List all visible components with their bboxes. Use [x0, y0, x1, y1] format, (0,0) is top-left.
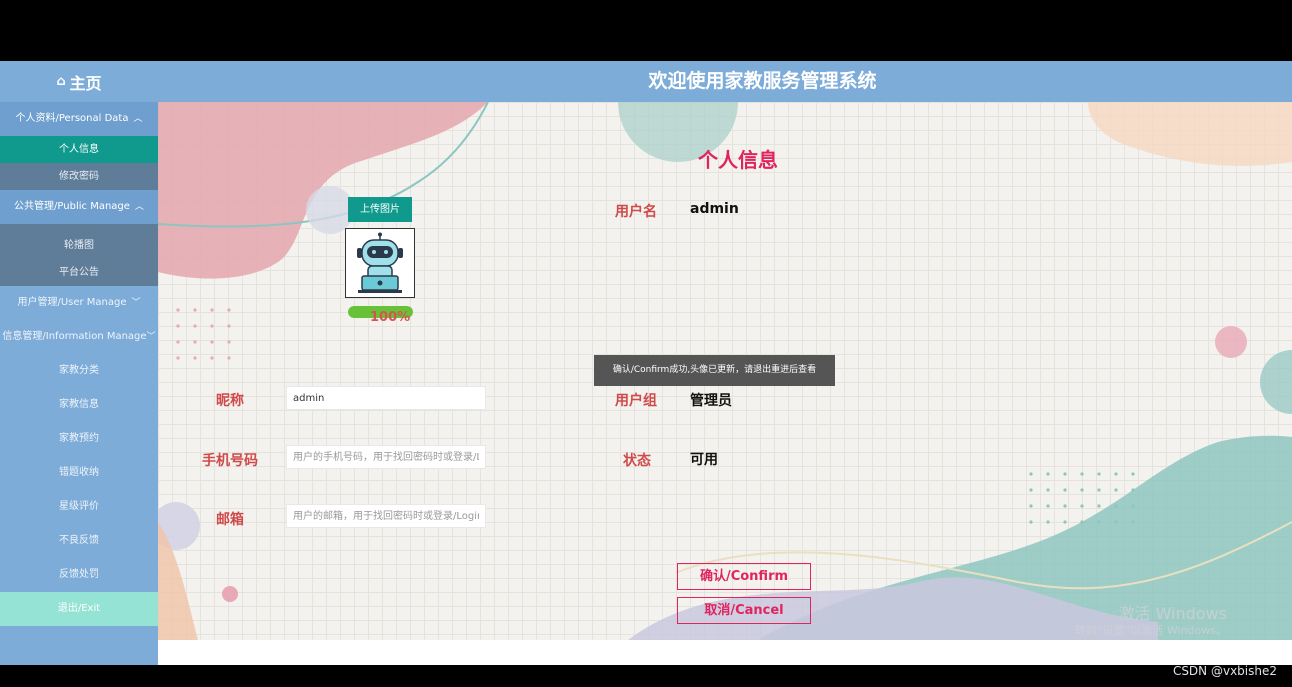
chevron-up-icon: ︿	[133, 114, 143, 124]
menu-tutor-category[interactable]: 家教分类	[0, 354, 158, 388]
avatar[interactable]	[345, 228, 415, 298]
menu-personal-data[interactable]: 个人资料/Personal Data ︿	[0, 102, 158, 136]
username-value: admin	[690, 201, 739, 217]
upload-image-button[interactable]: 上传图片	[348, 197, 412, 222]
email-input[interactable]	[286, 504, 486, 528]
menu-tutor-info[interactable]: 家教信息	[0, 388, 158, 422]
chevron-down-icon: ﹀	[146, 332, 156, 342]
menu-user-manage-label: 用户管理/User Manage	[17, 297, 127, 308]
windows-activation-hint: 转到“设置”以激活 Windows。	[1075, 624, 1227, 637]
chevron-up-icon: ︿	[134, 202, 144, 212]
menu-info-manage-label: 信息管理/Information Manage	[2, 331, 147, 342]
menu-user-manage[interactable]: 用户管理/User Manage ﹀	[0, 286, 158, 320]
menu-exit[interactable]: 退出/Exit	[0, 592, 158, 626]
home-link[interactable]: ⌂ 主页	[0, 61, 158, 102]
upload-progress-label: 100%	[370, 310, 411, 325]
csdn-watermark: CSDN @vxbishe2	[1172, 664, 1277, 678]
footer-strip	[158, 640, 1292, 665]
username-label: 用户名	[615, 204, 657, 220]
submenu-spacer	[0, 224, 158, 232]
usergroup-label: 用户组	[615, 393, 657, 409]
home-icon: ⌂	[56, 74, 66, 89]
site-title: 欢迎使用家教服务管理系统	[648, 70, 877, 92]
app-root: ⌂ 主页 欢迎使用家教服务管理系统 个人资料/Personal Data ︿ 个人…	[0, 0, 1292, 687]
menu-carousel[interactable]: 轮播图	[0, 232, 158, 259]
menu-feedback-penalty[interactable]: 反馈处罚	[0, 558, 158, 592]
menu-public-manage[interactable]: 公共管理/Public Manage ︿	[0, 190, 158, 224]
status-label: 状态	[623, 453, 651, 469]
confirm-button[interactable]: 确认/Confirm	[677, 563, 811, 590]
menu-personal-info[interactable]: 个人信息	[0, 136, 158, 163]
robot-avatar-icon	[357, 232, 403, 293]
menu-info-manage[interactable]: 信息管理/Information Manage﹀	[0, 320, 158, 354]
usergroup-value: 管理员	[690, 393, 732, 409]
page-title: 个人信息	[698, 148, 778, 172]
menu-change-password[interactable]: 修改密码	[0, 163, 158, 190]
main-content: 个人信息 上传图片 100% 用户名 admin 昵称 admin 用户组 管理…	[158, 102, 1292, 640]
menu-star-rating[interactable]: 星级评价	[0, 490, 158, 524]
menu-public-manage-label: 公共管理/Public Manage	[14, 201, 130, 212]
home-label: 主页	[69, 73, 102, 93]
nickname-input[interactable]	[286, 386, 486, 410]
status-value: 可用	[690, 452, 718, 468]
sidebar: 个人资料/Personal Data ︿ 个人信息 修改密码 公共管理/Publi…	[0, 102, 158, 665]
menu-wrong-questions[interactable]: 错题收纳	[0, 456, 158, 490]
menu-bad-feedback[interactable]: 不良反馈	[0, 524, 158, 558]
menu-announcement[interactable]: 平台公告	[0, 259, 158, 286]
phone-label: 手机号码	[202, 453, 258, 469]
windows-activation-watermark: 激活 Windows	[1118, 604, 1227, 623]
menu-personal-data-label: 个人资料/Personal Data	[15, 113, 129, 124]
cancel-button[interactable]: 取消/Cancel	[677, 597, 811, 624]
email-label: 邮箱	[216, 512, 244, 528]
menu-tutor-booking[interactable]: 家教预约	[0, 422, 158, 456]
success-toast: 确认/Confirm成功,头像已更新，请退出重进后查看	[594, 355, 835, 386]
phone-input[interactable]	[286, 445, 486, 469]
top-header: ⌂ 主页 欢迎使用家教服务管理系统	[0, 61, 1292, 102]
chevron-down-icon: ﹀	[131, 298, 141, 308]
nickname-label: 昵称	[216, 393, 244, 409]
